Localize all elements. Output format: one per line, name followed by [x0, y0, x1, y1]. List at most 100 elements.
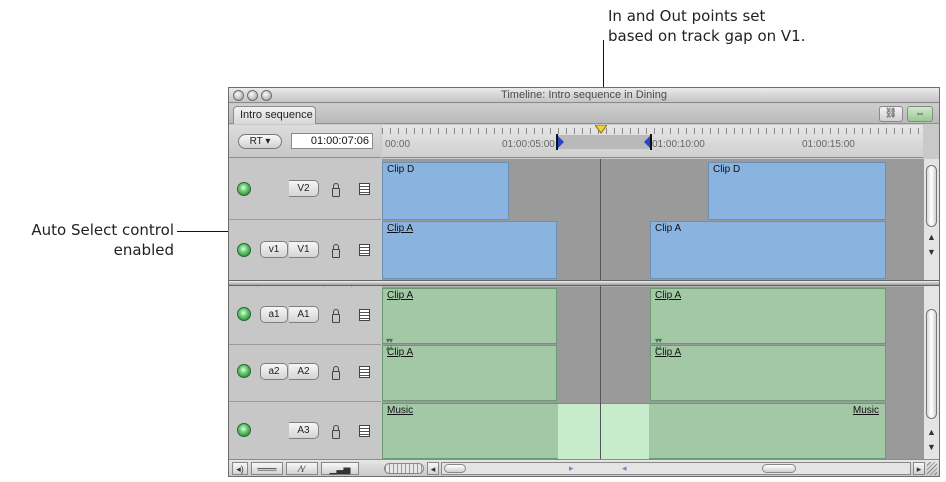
ruler-label-3: 01:00:15:00 — [802, 139, 855, 150]
scroll-down-arrow-icon[interactable]: ▼ — [927, 442, 936, 452]
auto-select-control-a3[interactable] — [359, 425, 370, 437]
track-visibility-toggle[interactable] — [237, 182, 251, 196]
clip-name: Clip A — [387, 290, 414, 301]
audible-toggle[interactable] — [237, 364, 251, 378]
speaker-icon: ◂) — [236, 464, 244, 474]
track-header-a3: A3 — [229, 402, 381, 459]
current-timecode-field[interactable]: 01:00:07:06 — [291, 133, 373, 149]
lock-icon[interactable] — [332, 244, 340, 258]
clip-name-end: Music — [852, 405, 879, 416]
timeline-window: Timeline: Intro sequence in Dining Intro… — [228, 87, 940, 477]
stereo-pair-indicator-icon: ▾▾ ▴▴ — [655, 336, 662, 352]
in-out-range — [556, 135, 650, 149]
destination-control-v2[interactable]: V2 — [289, 180, 319, 197]
scroll-down-arrow-icon[interactable]: ▼ — [927, 247, 936, 257]
out-point-icon[interactable] — [644, 134, 652, 150]
clip-name: Clip D — [713, 164, 741, 175]
horizontal-scroll-thumb[interactable] — [444, 464, 466, 473]
auto-select-control-a1[interactable] — [359, 309, 370, 321]
in-point-icon[interactable] — [556, 134, 564, 150]
annotation-auto-select: Auto Select control enabled — [2, 220, 174, 260]
track-header-v1: v1 V1 — [229, 220, 381, 281]
clip-v1-clip-a-right[interactable]: Clip A — [650, 221, 886, 279]
auto-select-control-v2[interactable] — [359, 183, 370, 195]
source-control-a1[interactable]: a1 — [260, 306, 288, 323]
track-visibility-toggle[interactable] — [237, 243, 251, 257]
linking-button[interactable]: ⛓ — [879, 106, 903, 122]
track-header-a1: a1 A1 — [229, 287, 381, 345]
clip-v1-clip-a-left[interactable]: Clip A — [382, 221, 557, 279]
track-layout-button[interactable]: ▁▃▅ — [321, 462, 359, 475]
track-height-button[interactable]: ═══ — [251, 462, 283, 475]
clip-name: Music — [387, 405, 414, 416]
horizontal-scrollbar[interactable]: ▸ ◂ — [441, 462, 911, 475]
annotation-in-out-points: In and Out points set based on track gap… — [608, 6, 868, 46]
scroll-up-arrow-icon[interactable]: ▲ — [927, 232, 936, 242]
audible-toggle[interactable] — [237, 423, 251, 437]
audio-scroll-thumb[interactable] — [926, 309, 937, 419]
zoom-slider[interactable] — [384, 463, 424, 474]
destination-control-v1[interactable]: V1 — [289, 241, 319, 258]
clip-v2-clip-d-right[interactable]: Clip D — [708, 162, 886, 220]
in-point-marker-icon: ▸ — [569, 463, 574, 473]
clip-a1-clip-a-right[interactable]: Clip A — [650, 288, 886, 344]
destination-control-a3[interactable]: A3 — [289, 422, 319, 439]
rt-popup-button[interactable]: RT ▾ — [238, 134, 282, 149]
source-control-v1[interactable]: v1 — [260, 241, 288, 258]
clip-a2-clip-a-right[interactable]: Clip A — [650, 345, 886, 401]
ruler-label-1: 01:00:05:00 — [502, 139, 555, 150]
scroll-right-button[interactable]: ▸ — [913, 462, 925, 475]
stereo-pair-indicator-icon: ▾▾ ▴▴ — [386, 336, 393, 352]
selected-region-a3 — [558, 404, 649, 459]
clip-a2-clip-a-left[interactable]: Clip A — [382, 345, 557, 401]
tab-intro-sequence[interactable]: Intro sequence — [233, 106, 316, 124]
track-layout-icon: ▁▃▅ — [329, 464, 351, 474]
auto-select-control-v1[interactable] — [359, 244, 370, 256]
auto-select-control-a2[interactable] — [359, 366, 370, 378]
clip-name: Clip A — [655, 223, 682, 234]
clip-a1-clip-a-left[interactable]: Clip A — [382, 288, 557, 344]
scroll-up-arrow-icon[interactable]: ▲ — [927, 427, 936, 437]
bottom-toolbar: ◂) ═══ ⁄\⁄ ▁▃▅ ◂ ▸ ◂ ▸ — [229, 459, 939, 476]
video-scroll-thumb[interactable] — [926, 165, 937, 227]
annotation-line-1: Auto Select control — [31, 221, 174, 239]
vertical-scrollbar[interactable]: ▲ ▼ ▲ ▼ — [923, 159, 939, 459]
ruler-label-2: 01:00:10:00 — [652, 139, 705, 150]
source-control-a2[interactable]: a2 — [260, 363, 288, 380]
clip-overlays-button[interactable]: ◂) — [232, 462, 248, 475]
snapping-button[interactable]: ⇔ — [907, 106, 933, 122]
ruler-tick-strip — [382, 128, 923, 134]
lock-icon[interactable] — [332, 425, 340, 439]
time-ruler[interactable]: 00:00 01:00:05:00 01:00:10:00 01:00:15:0… — [382, 125, 923, 158]
clip-v2-clip-d-left[interactable]: Clip D — [382, 162, 509, 220]
clip-name: Clip A — [655, 290, 682, 301]
lock-icon[interactable] — [332, 183, 340, 197]
annotation-line-2: enabled — [113, 241, 174, 259]
window-title: Timeline: Intro sequence in Dining — [501, 89, 667, 101]
audible-toggle[interactable] — [237, 307, 251, 321]
title-bar[interactable]: Timeline: Intro sequence in Dining — [229, 88, 939, 103]
destination-control-a1[interactable]: A1 — [289, 306, 319, 323]
lock-icon[interactable] — [332, 366, 340, 380]
track-area[interactable]: Clip D Clip D Clip A Clip A Clip A Clip … — [382, 159, 923, 459]
horizontal-scroll-thumb-right[interactable] — [762, 464, 796, 473]
playhead-line — [600, 159, 601, 459]
track-height-icon: ═══ — [257, 464, 277, 474]
keyframe-curve-icon: ⁄\⁄ — [299, 464, 305, 474]
playhead-icon[interactable] — [595, 125, 607, 135]
annotation-line-2: based on track gap on V1. — [608, 27, 806, 45]
track-header-v2: V2 — [229, 159, 381, 220]
linking-icon: ⛓ — [884, 108, 898, 119]
video-audio-splitter[interactable] — [229, 280, 939, 286]
tab-bar: Intro sequence ⛓ ⇔ — [229, 104, 939, 124]
clip-name: Clip A — [387, 223, 414, 234]
keyframe-toggle-button[interactable]: ⁄\⁄ — [286, 462, 318, 475]
snapping-icon: ⇔ — [915, 108, 925, 119]
resize-grip-icon[interactable] — [927, 462, 937, 475]
lock-icon[interactable] — [332, 309, 340, 323]
destination-control-a2[interactable]: A2 — [289, 363, 319, 380]
timeline-controls: RT ▾ 01:00:07:06 — [229, 125, 381, 158]
ruler-label-0: 00:00 — [385, 139, 411, 150]
annotation-line-1: In and Out points set — [608, 7, 766, 25]
scroll-left-button[interactable]: ◂ — [427, 462, 439, 475]
